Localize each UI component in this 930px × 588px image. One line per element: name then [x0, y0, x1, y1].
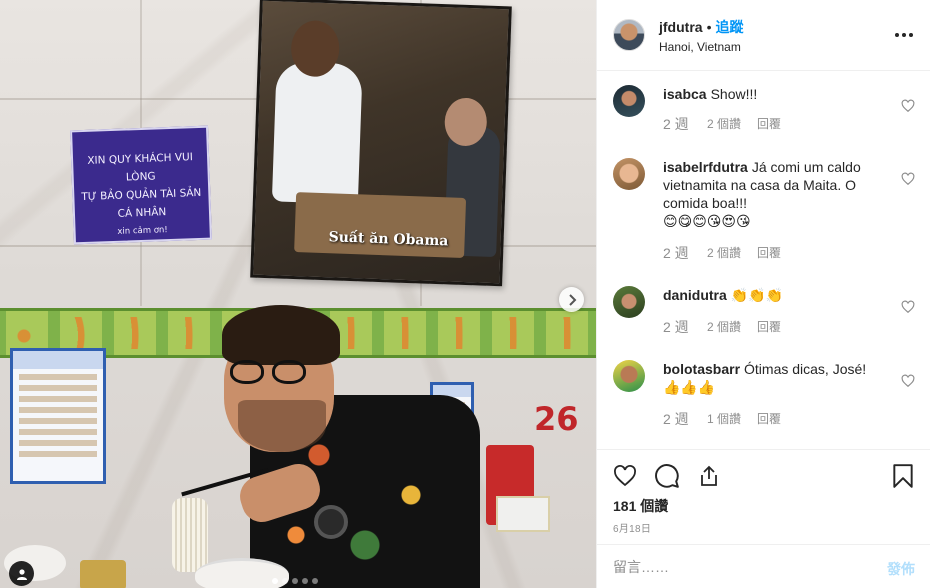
- comment-username[interactable]: danidutra: [663, 287, 727, 303]
- tissue-box: [496, 496, 550, 532]
- post-header: jfdutra • 追蹤 Hanoi, Vietnam: [597, 0, 930, 71]
- carousel-next-button[interactable]: [559, 287, 584, 312]
- post-comment-button[interactable]: 發佈: [887, 559, 915, 579]
- man-beard: [238, 400, 326, 452]
- carousel-dot: [302, 578, 308, 584]
- notice-sign: XIN QUY KHÁCH VUI LÒNG TỰ BẢO QUẢN TÀI S…: [70, 125, 212, 245]
- comment-emoji: 😊😋😊😘😍😘: [663, 213, 751, 229]
- carousel-indicator: [272, 578, 318, 584]
- carousel-dot: [292, 578, 298, 584]
- avatar[interactable]: [613, 158, 645, 190]
- more-options-button[interactable]: [894, 26, 914, 44]
- comment-text: Show!!!: [710, 86, 758, 102]
- carousel-dot: [272, 578, 278, 584]
- avatar[interactable]: [613, 360, 645, 392]
- owner-username[interactable]: jfdutra: [659, 19, 703, 35]
- comment-time[interactable]: 2 週: [663, 318, 707, 336]
- comment-username[interactable]: isabelrfdutra: [663, 159, 748, 175]
- comment-time[interactable]: 2 週: [663, 244, 707, 262]
- comment-time[interactable]: 2 週: [663, 410, 707, 428]
- comment-likes[interactable]: 1 個讚: [707, 410, 757, 428]
- avatar[interactable]: [613, 85, 645, 117]
- location-link[interactable]: Hanoi, Vietnam: [659, 40, 743, 54]
- post-actions: 181 個讚 6月18日: [597, 449, 930, 544]
- like-button[interactable]: [611, 462, 639, 490]
- user-tag-button[interactable]: [9, 561, 34, 586]
- comment-item: isabelrfdutra Já comi um caldo vietnamita…: [613, 158, 915, 262]
- comment-username[interactable]: isabca: [663, 86, 707, 102]
- notice-sign-line: XIN QUY KHÁCH VUI LÒNG: [87, 151, 194, 184]
- carousel-dot: [282, 578, 288, 584]
- heart-icon: [614, 465, 636, 487]
- avatar[interactable]: [613, 286, 645, 318]
- user-tag-icon: [16, 568, 27, 580]
- heart-icon[interactable]: [901, 99, 915, 113]
- add-comment-bar: 發佈: [597, 544, 930, 588]
- comment-icon: [655, 464, 679, 488]
- menu-poster: [10, 348, 106, 484]
- comment-likes[interactable]: 2 個讚: [707, 244, 757, 262]
- carousel-dot: [312, 578, 318, 584]
- comment-emoji: 👏👏👏: [730, 287, 784, 303]
- reply-button[interactable]: 回覆: [757, 244, 781, 262]
- framed-picture: Suất ăn Obama: [250, 0, 512, 287]
- comment-likes[interactable]: 2 個讚: [707, 115, 757, 133]
- comment-button[interactable]: [653, 462, 681, 490]
- share-button[interactable]: [695, 462, 723, 490]
- comment-emoji: 👍👍👍: [663, 379, 716, 395]
- share-icon: [701, 465, 717, 486]
- post-date[interactable]: 6月18日: [613, 520, 651, 535]
- post-photo[interactable]: XIN QUY KHÁCH VUI LÒNG TỰ BẢO QUẢN TÀI S…: [0, 0, 596, 588]
- avatar[interactable]: [613, 19, 645, 51]
- comment-text: Ótimas dicas, José!: [744, 361, 867, 377]
- figure: [271, 61, 363, 205]
- table-number: 26: [534, 400, 579, 438]
- like-count[interactable]: 181 個讚: [613, 496, 668, 516]
- follow-button[interactable]: 追蹤: [715, 17, 743, 37]
- notice-sign-line: TỰ BẢO QUẢN TÀI SẢN CÁ NHÂN: [81, 186, 202, 220]
- comment-item: isabca Show!!! 2 週 2 個讚 回覆: [613, 85, 915, 133]
- post-info-panel: jfdutra • 追蹤 Hanoi, Vietnam isabca Show!!…: [596, 0, 930, 588]
- save-button[interactable]: [889, 462, 917, 490]
- comment-item: danidutra 👏👏👏 2 週 2 個讚 回覆: [613, 286, 915, 336]
- drink-can: [80, 560, 126, 588]
- heart-icon[interactable]: [901, 374, 915, 388]
- wristwatch: [314, 505, 348, 539]
- heart-icon[interactable]: [901, 172, 915, 186]
- more-icon: [895, 33, 899, 37]
- comment-item: bolotasbarr Ótimas dicas, José! 👍👍👍 2 週 1…: [613, 360, 915, 428]
- chevron-right-icon: [568, 293, 576, 306]
- separator-bullet: •: [706, 18, 712, 35]
- comment-username[interactable]: bolotasbarr: [663, 361, 740, 377]
- bookmark-icon: [893, 464, 913, 488]
- comment-list[interactable]: isabca Show!!! 2 週 2 個讚 回覆 isabelrfdutra J…: [597, 72, 930, 448]
- heart-icon[interactable]: [901, 300, 915, 314]
- reply-button[interactable]: 回覆: [757, 115, 781, 133]
- noodles: [172, 498, 208, 572]
- comment-time[interactable]: 2 週: [663, 115, 707, 133]
- comment-likes[interactable]: 2 個讚: [707, 318, 757, 336]
- glasses: [226, 360, 316, 386]
- reply-button[interactable]: 回覆: [757, 410, 781, 428]
- comment-input[interactable]: [613, 558, 863, 575]
- reply-button[interactable]: 回覆: [757, 318, 781, 336]
- notice-sign-line: xin cảm ơn!: [117, 225, 168, 237]
- man-hair: [222, 305, 340, 365]
